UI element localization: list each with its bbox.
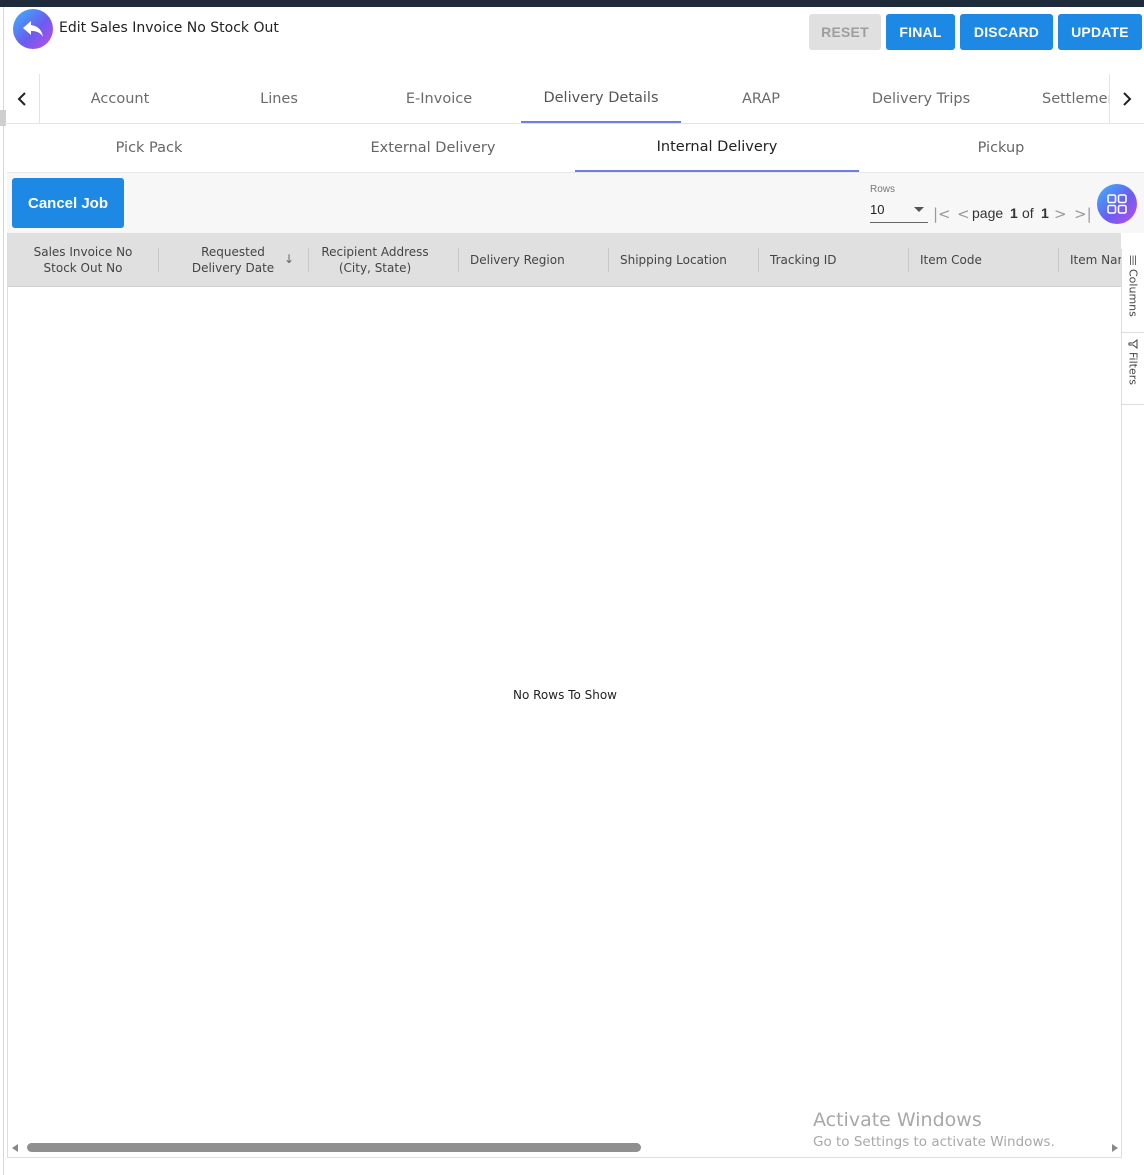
chevron-left-icon xyxy=(17,91,26,106)
left-edge xyxy=(0,7,4,1175)
chevron-right-icon xyxy=(1123,91,1132,106)
last-page-icon[interactable]: >| xyxy=(1074,206,1092,222)
columns-panel-button[interactable]: ||| Columns xyxy=(1122,249,1144,333)
next-page-icon[interactable]: > xyxy=(1054,206,1067,222)
grid-header-row: Sales Invoice No Stock Out No Requested De… xyxy=(8,233,1121,287)
scroll-right-arrow-icon[interactable] xyxy=(1112,1144,1118,1152)
subtab-internal-delivery[interactable]: Internal Delivery xyxy=(575,124,859,172)
columns-panel-label: Columns xyxy=(1126,269,1140,317)
empty-grid-message: No Rows To Show xyxy=(513,688,617,702)
window-top-strip xyxy=(0,0,1144,7)
final-button[interactable]: FINAL xyxy=(886,14,955,50)
grid-toolbar: Cancel Job Rows 10 |< < page 1 of 1 > >| xyxy=(7,173,1144,233)
tab-delivery-trips[interactable]: Delivery Trips xyxy=(841,74,1001,123)
filter-funnel-icon xyxy=(1128,339,1138,349)
subtab-pick-pack[interactable]: Pick Pack xyxy=(7,124,291,172)
tab-e-invoice[interactable]: E-Invoice xyxy=(358,74,520,123)
column-header-label: Sales Invoice No xyxy=(33,245,133,259)
column-header-shipping-location[interactable]: Shipping Location xyxy=(608,233,758,287)
layout-toggle-button[interactable] xyxy=(1097,184,1137,224)
page-word: page xyxy=(972,205,1004,221)
prev-page-icon[interactable]: < xyxy=(957,206,970,222)
column-header-sales-invoice-no[interactable]: Sales Invoice No Stock Out No xyxy=(8,233,158,287)
current-page: 1 xyxy=(1010,205,1018,221)
dropdown-caret-icon xyxy=(914,207,924,212)
total-pages: 1 xyxy=(1041,205,1049,221)
tab-scroll-right-button[interactable] xyxy=(1109,74,1144,123)
grid-layout-icon xyxy=(1107,194,1127,214)
discard-button[interactable]: DISCARD xyxy=(960,14,1053,50)
main-tab-bar: Account Lines E-Invoice Delivery Details… xyxy=(5,74,1144,124)
grid-side-panel: ||| Columns Filters xyxy=(1121,249,1144,1158)
column-header-tracking-id[interactable]: Tracking ID xyxy=(758,233,908,287)
rows-per-page-value: 10 xyxy=(870,202,885,217)
subtab-pickup[interactable]: Pickup xyxy=(859,124,1143,172)
activate-windows-watermark-title: Activate Windows xyxy=(813,1109,982,1131)
column-header-label: Recipient Address xyxy=(321,245,429,259)
filters-panel-label: Filters xyxy=(1126,352,1140,385)
columns-icon: ||| xyxy=(1129,255,1137,266)
sort-descending-icon: ↓ xyxy=(283,252,294,266)
first-page-icon[interactable]: |< xyxy=(933,206,951,222)
subtab-external-delivery[interactable]: External Delivery xyxy=(291,124,575,172)
reset-button[interactable]: RESET xyxy=(809,14,881,50)
column-header-requested-delivery-date[interactable]: Requested Delivery Date ↓ xyxy=(158,233,308,287)
back-arrow-icon xyxy=(23,21,43,37)
tab-scroll-left-button[interactable] xyxy=(5,74,40,123)
rows-per-page-select[interactable]: 10 xyxy=(870,199,928,223)
data-grid: Sales Invoice No Stock Out No Requested De… xyxy=(7,233,1121,1158)
column-header-delivery-region[interactable]: Delivery Region xyxy=(458,233,608,287)
scrollbar-thumb[interactable] xyxy=(27,1143,641,1152)
column-header-label: Delivery Date xyxy=(191,261,275,275)
column-header-item-code[interactable]: Item Code xyxy=(908,233,1058,287)
page-title: Edit Sales Invoice No Stock Out xyxy=(59,20,279,36)
filters-panel-button[interactable]: Filters xyxy=(1122,333,1144,405)
column-header-label: Requested xyxy=(201,245,265,259)
column-header-item-name[interactable]: Item Name xyxy=(1058,233,1121,287)
rows-label: Rows xyxy=(870,184,896,195)
column-header-label: Stock Out No xyxy=(43,261,123,275)
tab-account[interactable]: Account xyxy=(40,74,200,123)
tab-delivery-details[interactable]: Delivery Details xyxy=(521,74,681,123)
back-button[interactable] xyxy=(13,9,53,49)
tab-settlement[interactable]: Settlement xyxy=(1042,74,1110,123)
scroll-left-arrow-icon[interactable] xyxy=(12,1144,18,1152)
cancel-job-button[interactable]: Cancel Job xyxy=(12,178,124,228)
update-button[interactable]: UPDATE xyxy=(1058,14,1142,50)
column-header-recipient-address[interactable]: Recipient Address (City, State) xyxy=(308,233,442,287)
tab-arap[interactable]: ARAP xyxy=(681,74,841,123)
of-word: of xyxy=(1022,205,1034,221)
column-header-label: (City, State) xyxy=(338,261,412,275)
tab-lines[interactable]: Lines xyxy=(200,74,358,123)
sub-tab-bar: Pick Pack External Delivery Internal Del… xyxy=(7,124,1144,173)
activate-windows-watermark-subtitle: Go to Settings to activate Windows. xyxy=(813,1134,1055,1150)
